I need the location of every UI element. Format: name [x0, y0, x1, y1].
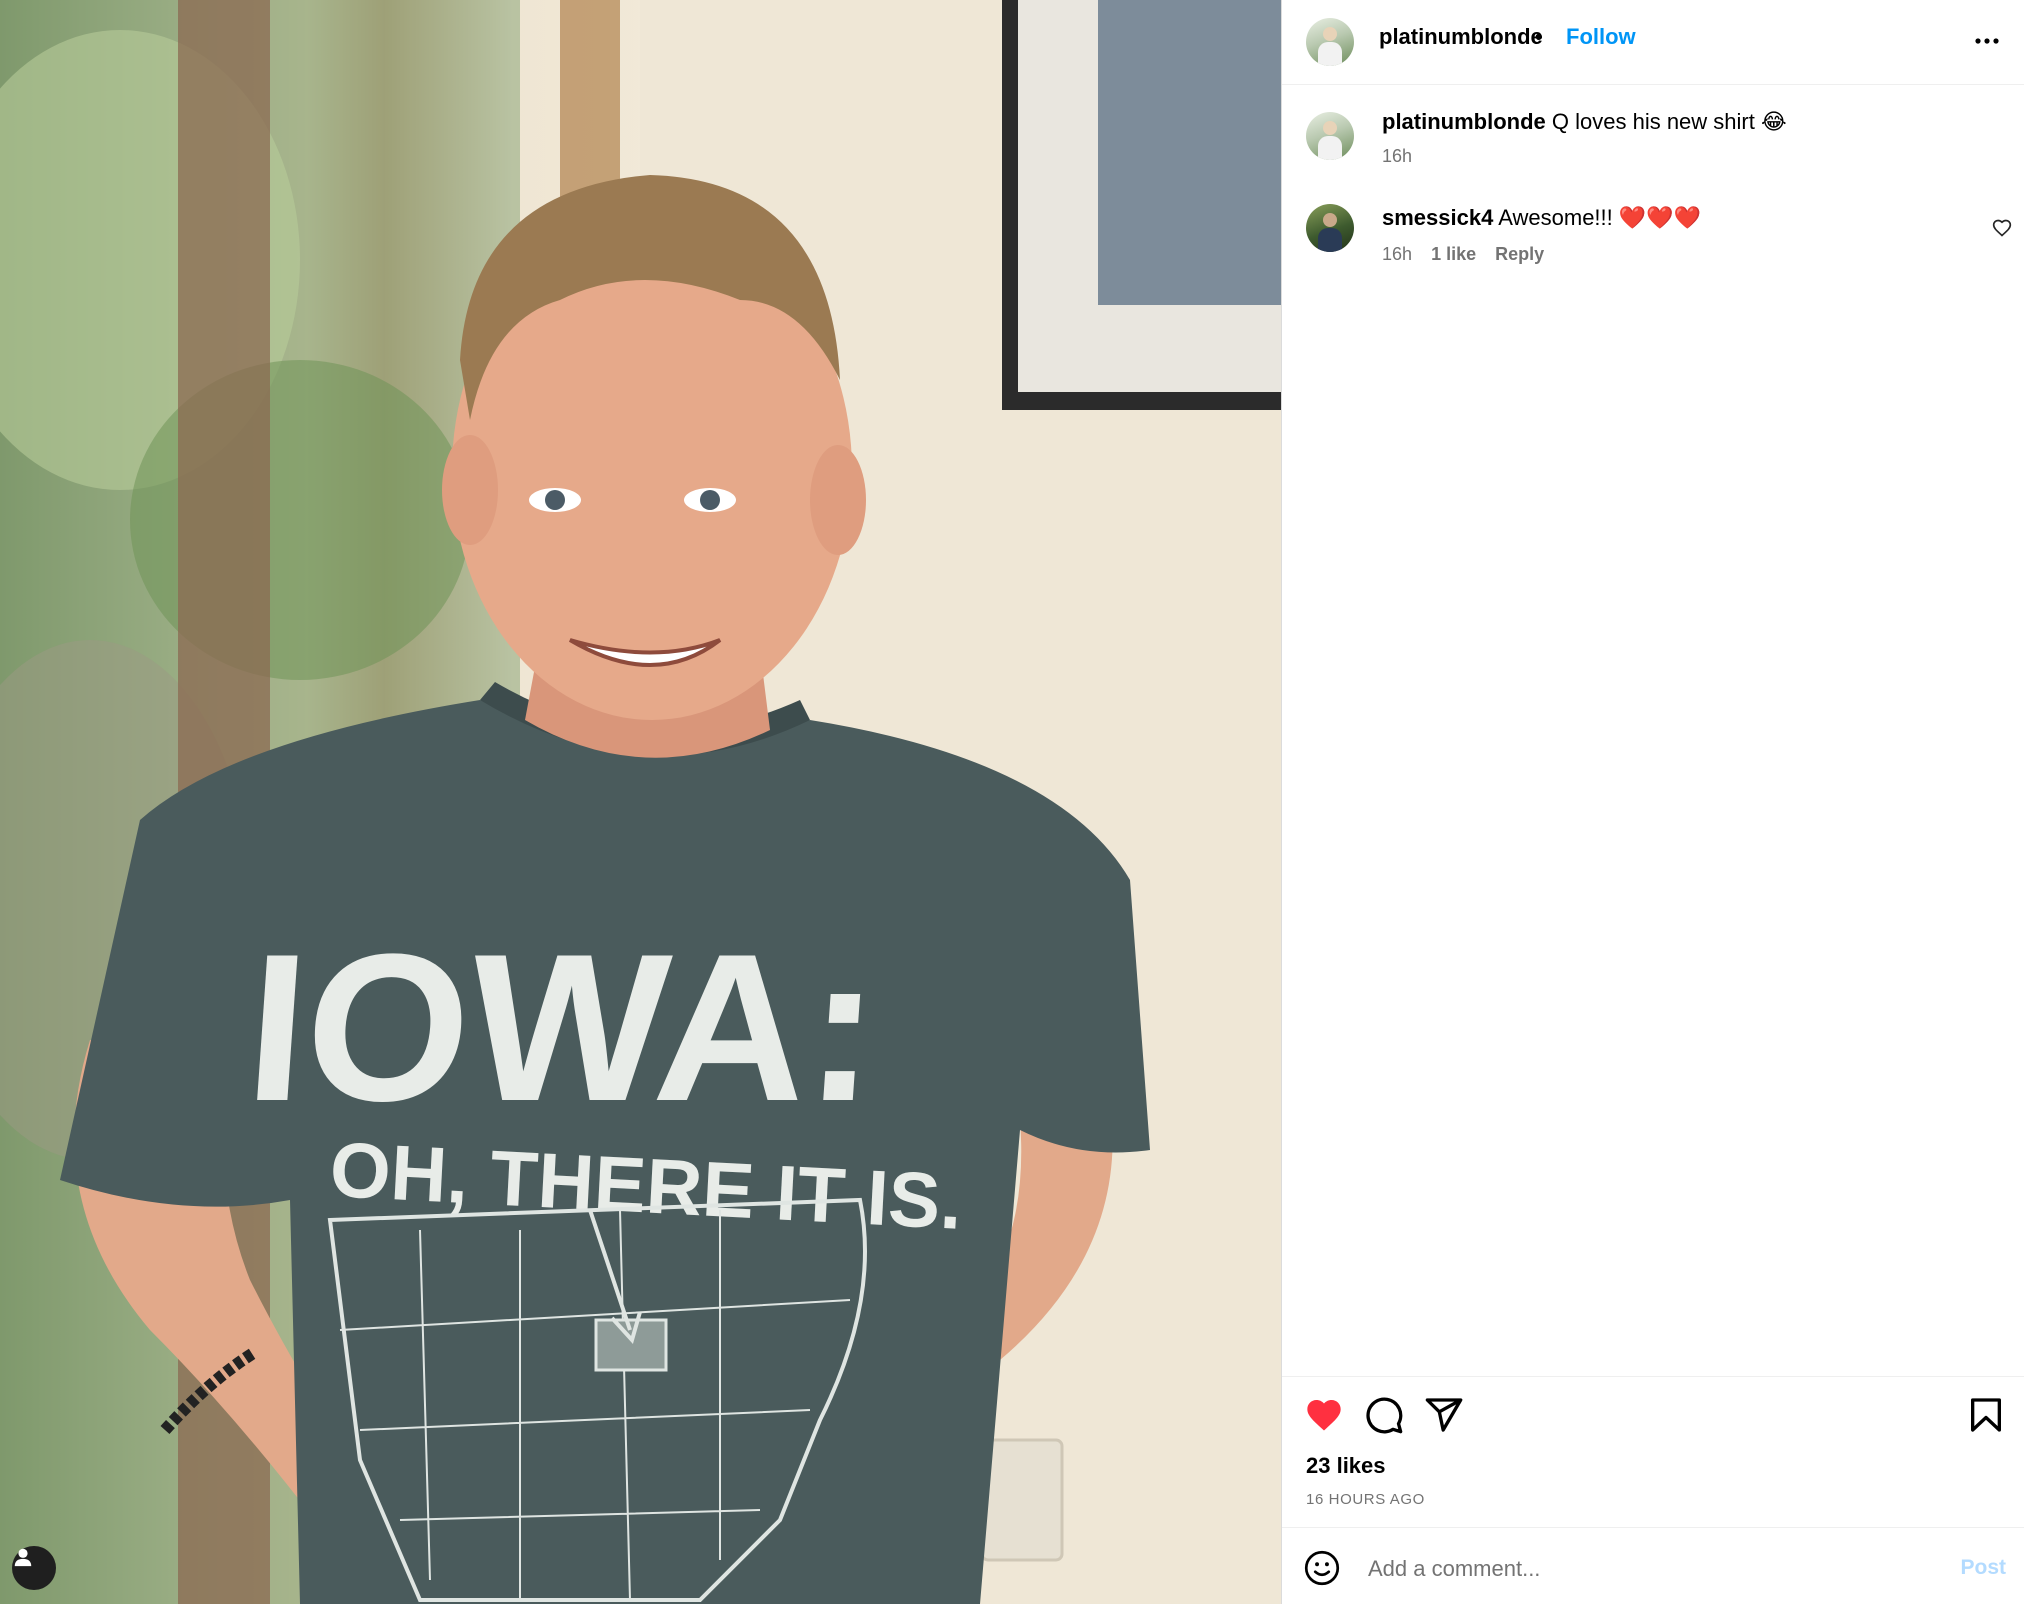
- comment-text-row: smessick4 Awesome!!! ❤️❤️❤️: [1382, 204, 1701, 232]
- caption-text: Q loves his new shirt 😂: [1551, 109, 1787, 134]
- post-sidebar: platinumblonde • Follow platinumblonde Q…: [1281, 0, 2024, 1604]
- comment-text: Awesome!!! ❤️❤️❤️: [1498, 205, 1702, 230]
- post-photo[interactable]: IOWA: OH, THERE IT IS.: [0, 0, 1281, 1604]
- user-tag-button[interactable]: [12, 1546, 56, 1590]
- more-options-icon[interactable]: [1972, 26, 2002, 56]
- caption-avatar[interactable]: [1306, 112, 1354, 160]
- reply-button[interactable]: Reply: [1495, 244, 1544, 264]
- comment-input[interactable]: [1366, 1548, 1930, 1590]
- share-icon[interactable]: [1424, 1395, 1464, 1435]
- post-timestamp[interactable]: 16 HOURS AGO: [1306, 1491, 1425, 1508]
- likes-count[interactable]: 23 likes: [1306, 1453, 1386, 1479]
- comment-time[interactable]: 16h: [1382, 244, 1412, 264]
- heart-icon[interactable]: [1304, 1395, 1344, 1435]
- post-header: platinumblonde • Follow: [1282, 0, 2024, 85]
- user-tag-icon: [14, 1548, 32, 1567]
- shirt-print-iowa: IOWA:: [240, 910, 886, 1145]
- comment-composer: Post: [1282, 1527, 2024, 1607]
- post-comment-button[interactable]: Post: [1960, 1556, 2006, 1580]
- photo-illustration: IOWA: OH, THERE IT IS.: [0, 0, 1281, 1604]
- follow-button[interactable]: Follow: [1566, 24, 1636, 50]
- header-separator: •: [1535, 24, 1543, 49]
- author-avatar[interactable]: [1306, 18, 1354, 66]
- caption-text-row: platinumblonde Q loves his new shirt 😂: [1382, 108, 1787, 136]
- caption-username[interactable]: platinumblonde: [1382, 109, 1546, 134]
- bookmark-icon[interactable]: [1966, 1395, 2006, 1435]
- comment-likes[interactable]: 1 like: [1431, 244, 1476, 264]
- post-actions: 23 likes 16 HOURS AGO Post: [1282, 1376, 2024, 1606]
- comment-like-heart-icon[interactable]: [1992, 218, 2012, 238]
- comment-icon[interactable]: [1364, 1395, 1404, 1435]
- post-view: IOWA: OH, THERE IT IS. platinumblonde •: [0, 0, 2024, 1604]
- commenter-avatar[interactable]: [1306, 204, 1354, 252]
- emoji-icon[interactable]: [1304, 1550, 1340, 1586]
- author-username[interactable]: platinumblonde: [1379, 24, 1543, 50]
- caption-time[interactable]: 16h: [1382, 146, 1412, 166]
- comment-meta: 16h 1 like Reply: [1382, 244, 1558, 265]
- caption-meta: 16h: [1382, 146, 1426, 167]
- comment-username[interactable]: smessick4: [1382, 205, 1493, 230]
